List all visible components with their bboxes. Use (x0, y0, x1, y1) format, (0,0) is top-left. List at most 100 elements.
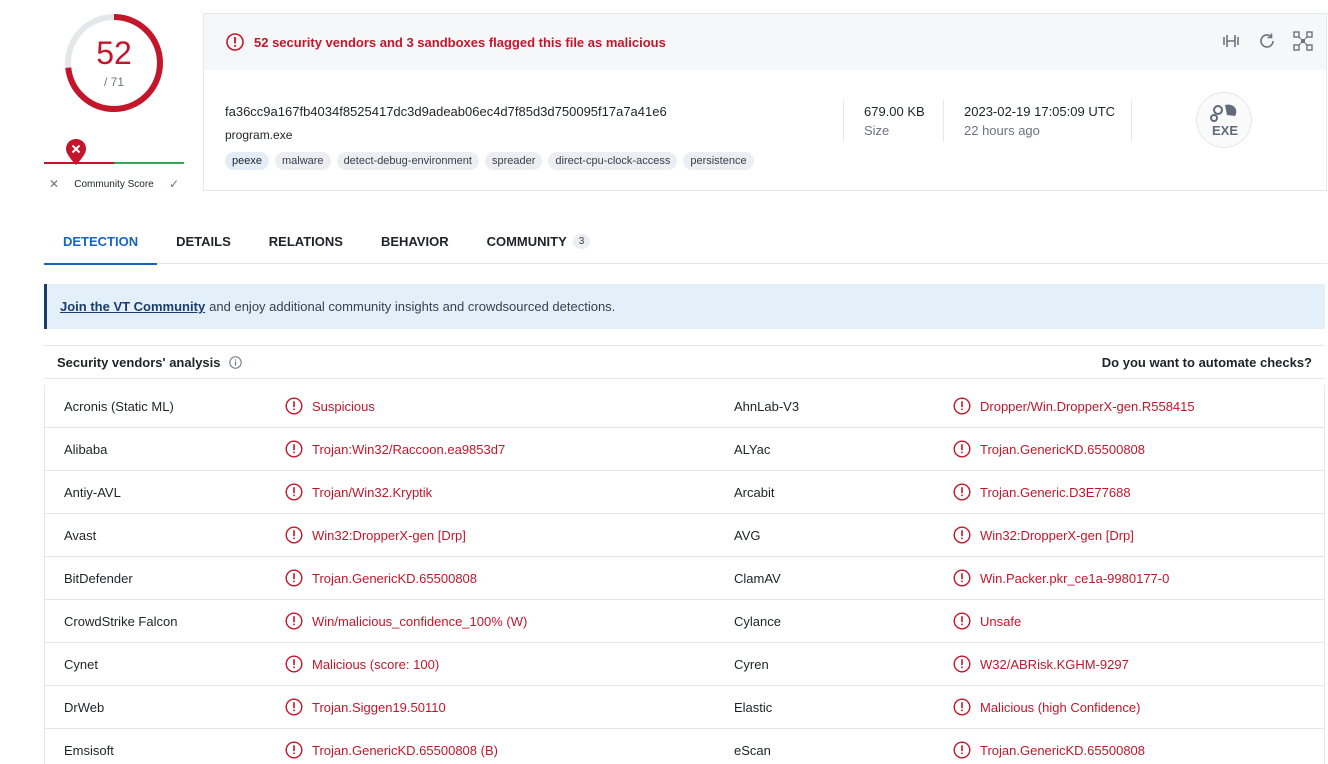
tag[interactable]: detect-debug-environment (336, 152, 479, 170)
vendor-name-text: Arcabit (734, 485, 775, 500)
tag[interactable]: peexe (225, 152, 269, 170)
vendor-result: Unsafe (953, 612, 1021, 630)
reanalyze-icon[interactable] (1256, 30, 1278, 52)
vendor-name: Antiy-AVL (64, 485, 121, 500)
malicious-icon (285, 526, 303, 544)
tab-detection[interactable]: DETECTION (44, 218, 158, 265)
tab-community-count: 3 (572, 233, 591, 249)
vendor-name-text: Cylance (734, 614, 781, 629)
divider (843, 100, 844, 142)
vendor-row: DrWeb Trojan.Siggen19.50110 Elastic Malicio… (45, 686, 1324, 729)
vendor-name: Cyren (734, 657, 769, 672)
vendor-result-text: Trojan/Win32.Kryptik (312, 484, 433, 500)
report-tabs: DETECTION DETAILS RELATIONS BEHAVIOR COM… (44, 218, 1327, 265)
vendor-result: Trojan.GenericKD.65500808 (953, 440, 1145, 458)
vendor-name-text: eScan (734, 743, 771, 758)
tag[interactable]: malware (274, 152, 331, 170)
vendor-result: Trojan.GenericKD.65500808 (953, 741, 1145, 759)
tab-details[interactable]: DETAILS (157, 218, 250, 264)
vendors-title: Security vendors' analysis (57, 354, 221, 370)
vendor-result: Win/malicious_confidence_100% (W) (285, 612, 527, 630)
vendor-name-text: Cyren (734, 657, 769, 672)
vendor-name: Cylance (734, 614, 781, 629)
vendor-name-text: Acronis (Static ML) (64, 399, 174, 414)
vendor-result-text: Trojan.GenericKD.65500808 (312, 570, 478, 586)
vendor-result-text: Unsafe (980, 613, 1022, 629)
divider (943, 100, 944, 142)
malicious-icon (953, 483, 971, 501)
malicious-icon (285, 483, 303, 501)
join-community-link[interactable]: Join the VT Community (60, 299, 205, 314)
vendor-name-text: Avast (64, 528, 97, 543)
automate-checks-link[interactable]: Do you want to automate checks? (1102, 355, 1312, 370)
alert-icon (226, 33, 244, 51)
vendor-name-text: AhnLab-V3 (734, 399, 800, 414)
malicious-icon (285, 698, 303, 716)
analysis-date-relative: 22 hours ago (964, 123, 1040, 138)
vendor-name-text: ALYac (734, 442, 771, 457)
vote-malicious-icon[interactable]: ✕ (44, 177, 64, 191)
malicious-icon (285, 612, 303, 630)
vendor-name: Alibaba (64, 442, 107, 457)
file-type-label: EXE (1211, 123, 1238, 138)
vendor-result: Trojan.GenericKD.65500808 (B) (285, 741, 498, 759)
vendor-name: AhnLab-V3 (734, 399, 799, 414)
vendor-result-text: Win32:DropperX-gen [Drp] (312, 527, 466, 543)
vendor-name: ALYac (734, 442, 770, 457)
tag[interactable]: persistence (683, 152, 754, 170)
tag[interactable]: spreader (484, 152, 543, 170)
vendor-row: Cynet Malicious (score: 100) Cyren W32/ABRi… (45, 643, 1324, 686)
vendor-name-text: Emsisoft (64, 743, 114, 758)
malicious-icon (285, 741, 303, 759)
vendor-name: Elastic (734, 700, 772, 715)
detection-score-ring: 52 / 71 (62, 11, 166, 115)
vendor-result-text: Malicious (score: 100) (312, 656, 440, 672)
vendor-name-text: ClamAV (734, 571, 781, 586)
file-type-icon: EXE (1196, 92, 1252, 148)
malicious-icon (285, 655, 303, 673)
vendor-result-text: Trojan.Generic.D3E77688 (980, 484, 1131, 500)
vendor-name: Avast (64, 528, 96, 543)
file-tags: peexe malware detect-debug-environment s… (225, 152, 754, 170)
vendor-name: CrowdStrike Falcon (64, 614, 177, 629)
vendor-name-text: DrWeb (64, 700, 105, 715)
graph-icon[interactable] (1292, 30, 1314, 52)
vendor-row: BitDefender Trojan.GenericKD.65500808 Clam… (45, 557, 1324, 600)
vendor-result: Dropper/Win.DropperX-gen.R558415 (953, 397, 1195, 415)
vendors-header: Security vendors' analysis Do you want t… (44, 345, 1325, 379)
malicious-icon (953, 698, 971, 716)
vendor-result: Trojan/Win32.Kryptik (285, 483, 432, 501)
tab-behavior[interactable]: BEHAVIOR (362, 218, 468, 264)
vendor-row: Avast Win32:DropperX-gen [Drp] AVG Win32:Dr… (45, 514, 1324, 557)
compare-icon[interactable] (1220, 30, 1242, 52)
vendor-name: BitDefender (64, 571, 133, 586)
info-icon[interactable] (228, 355, 242, 369)
vendor-row: Alibaba Trojan:Win32/Raccoon.ea9853d7 ALYa… (45, 428, 1324, 471)
vendor-result: Suspicious (285, 397, 375, 415)
score-detected: 52 (96, 35, 132, 71)
tab-community[interactable]: COMMUNITY 3 (468, 218, 610, 264)
vendor-name: Acronis (Static ML) (64, 399, 174, 414)
vendor-name: Emsisoft (64, 743, 114, 758)
community-banner: Join the VT Community and enjoy addition… (44, 284, 1325, 329)
vendor-result: Win32:DropperX-gen [Drp] (953, 526, 1134, 544)
file-hash[interactable]: fa36cc9a167fb4034f8525417dc3d9adeab06ec4… (225, 104, 667, 119)
community-score-marker-icon (66, 139, 86, 165)
vote-harmless-icon[interactable]: ✓ (164, 177, 184, 191)
vendor-result: Trojan.Siggen19.50110 (285, 698, 446, 716)
malicious-icon (953, 612, 971, 630)
malicious-icon (285, 569, 303, 587)
divider (1131, 100, 1132, 142)
vendor-name: AVG (734, 528, 761, 543)
alert-text: 52 security vendors and 3 sandboxes flag… (254, 34, 666, 50)
vendor-result: W32/ABRisk.KGHM-9297 (953, 655, 1129, 673)
vendor-name: Arcabit (734, 485, 774, 500)
analysis-date: 2023-02-19 17:05:09 UTC (964, 104, 1116, 119)
tab-relations[interactable]: RELATIONS (250, 218, 362, 264)
tag[interactable]: direct-cpu-clock-access (548, 152, 678, 170)
malicious-icon (285, 397, 303, 415)
vendor-name-text: Elastic (734, 700, 773, 715)
score-total: / 71 (103, 75, 124, 89)
malicious-icon (285, 440, 303, 458)
vendor-result-text: Malicious (high Confidence) (980, 699, 1141, 715)
